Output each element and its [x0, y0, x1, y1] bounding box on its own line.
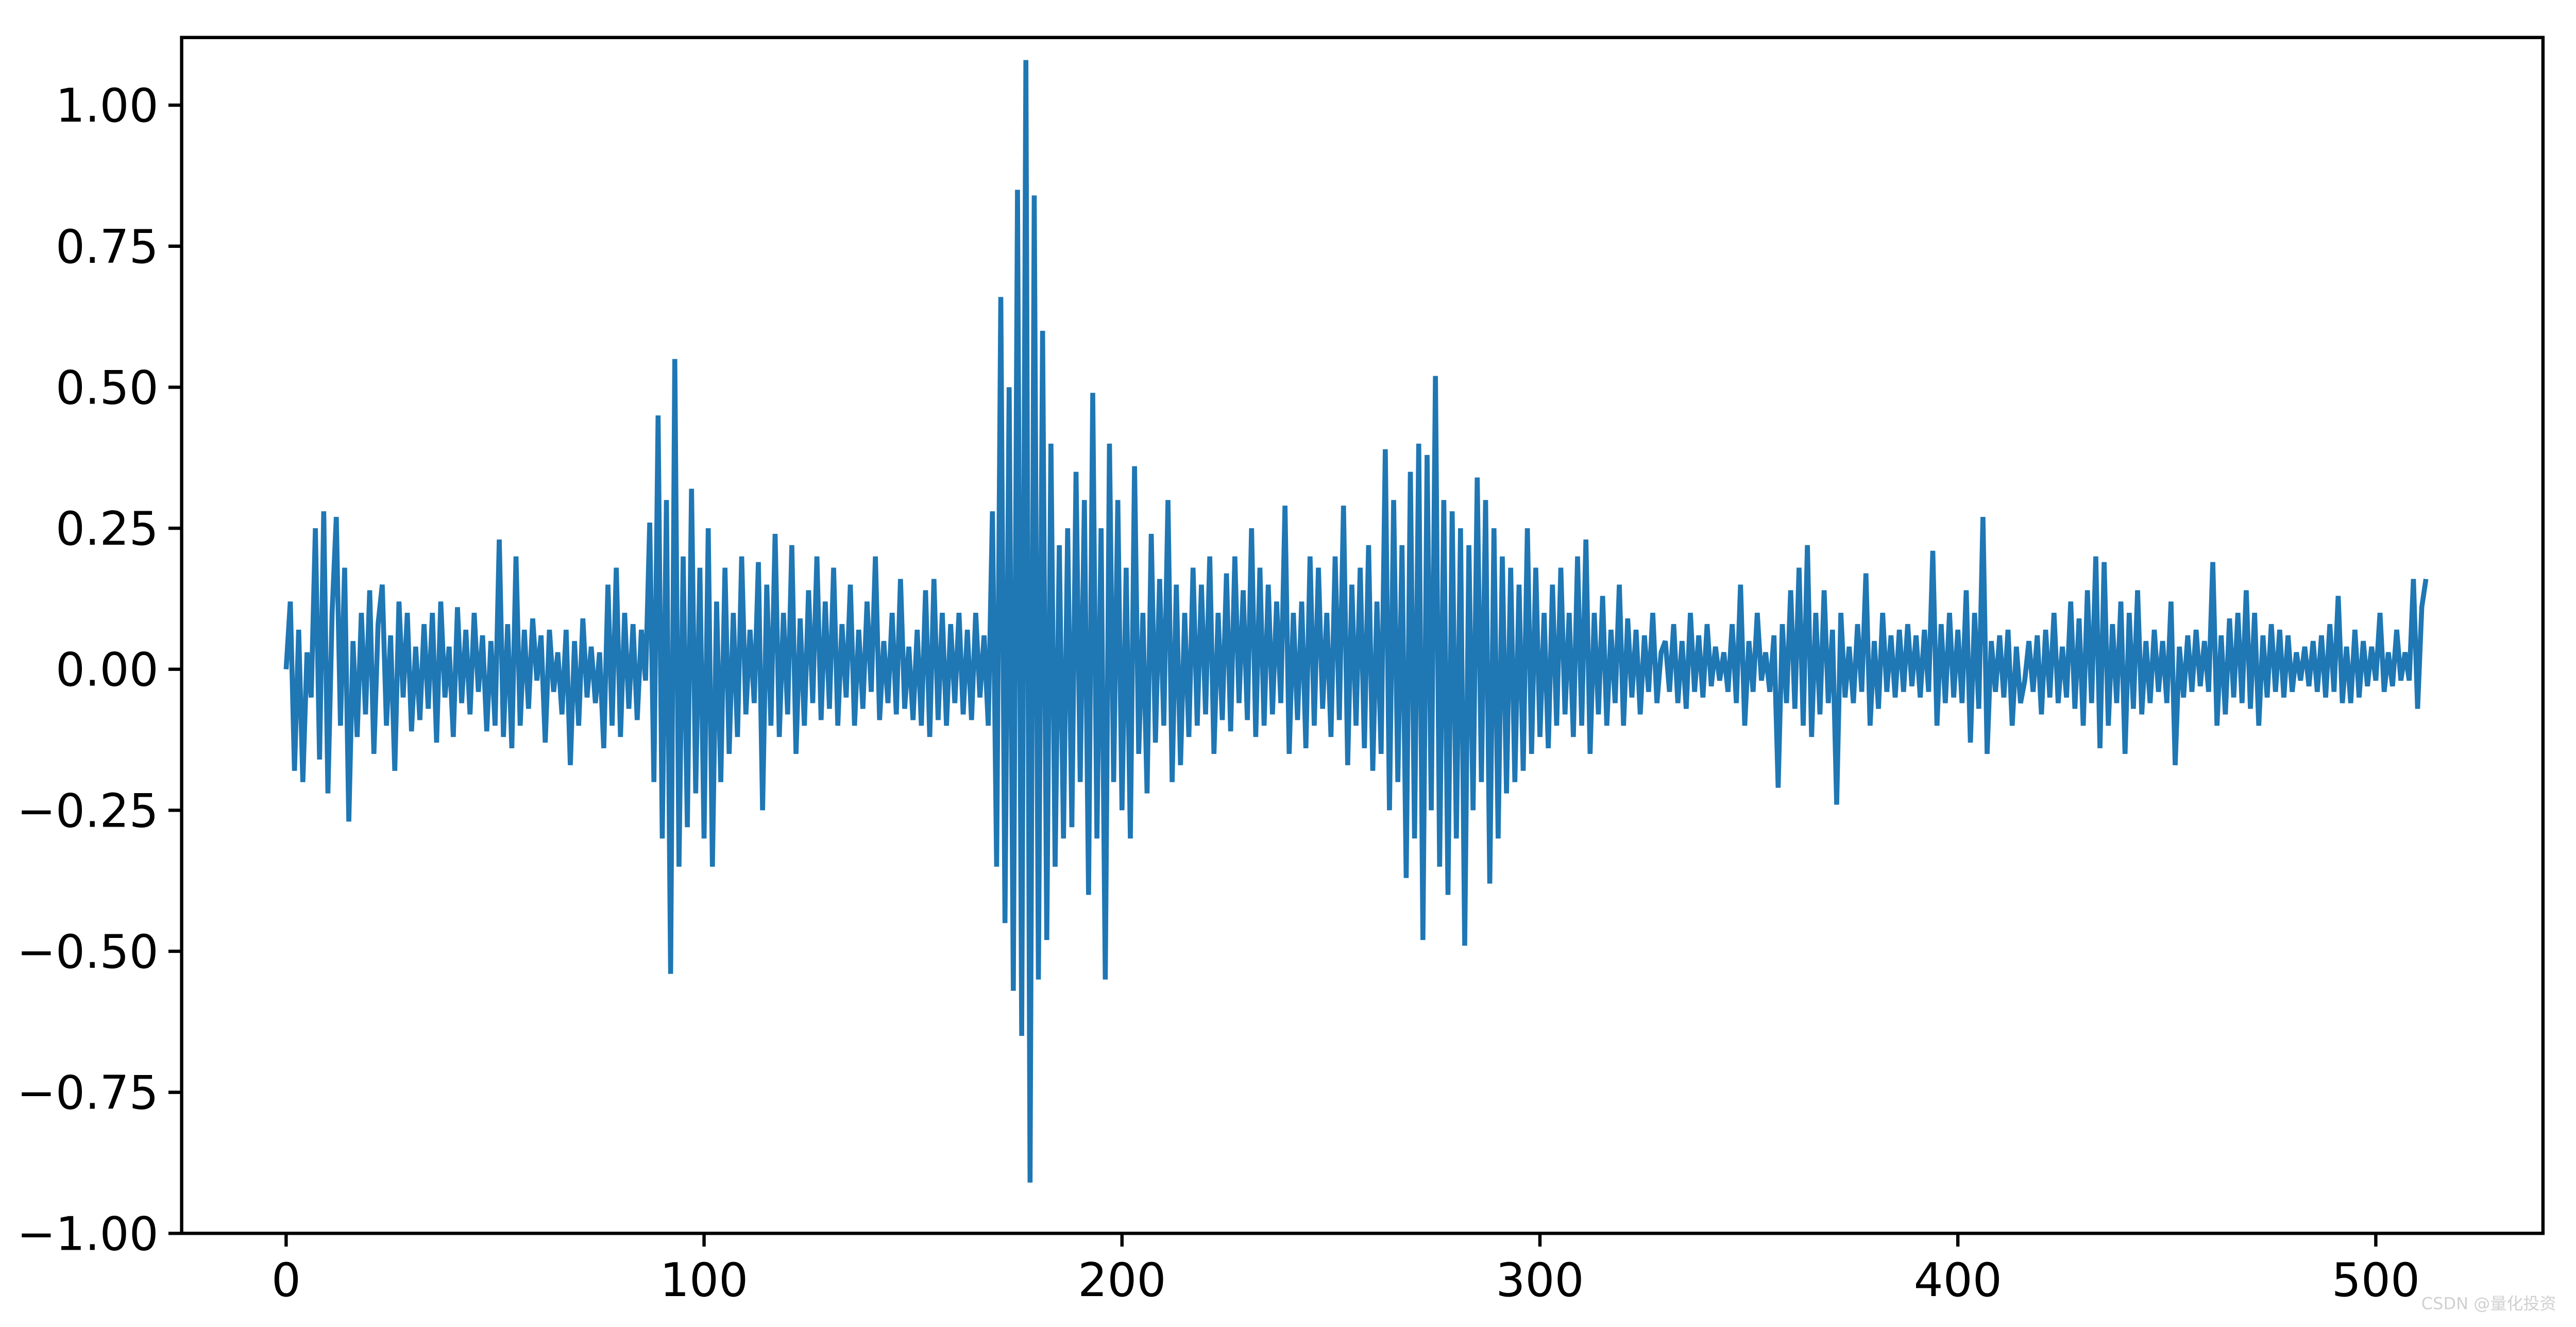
chart-container: 0 100 200 300 400 500 −1.00 −0.75 −0.50 −0.25 0.00… — [0, 0, 2576, 1327]
series-signal — [286, 60, 2426, 1183]
y-tick-label: 0.00 — [56, 644, 159, 697]
y-tick-label: 0.50 — [56, 361, 159, 415]
y-tick-label: −1.00 — [17, 1207, 159, 1261]
y-tick-label: −0.25 — [17, 784, 159, 838]
x-tick-label: 400 — [1914, 1254, 2002, 1307]
y-tick-label: 0.75 — [56, 221, 159, 274]
y-tick-label: 0.25 — [56, 502, 159, 556]
x-tick-label: 200 — [1078, 1254, 1166, 1307]
x-tick-label: 0 — [272, 1254, 301, 1307]
y-tick-label: −0.75 — [17, 1067, 159, 1120]
x-tick-label: 500 — [2332, 1254, 2420, 1307]
x-tick-label: 100 — [660, 1254, 748, 1307]
line-chart: 0 100 200 300 400 500 −1.00 −0.75 −0.50 −0.25 0.00… — [0, 0, 2576, 1327]
watermark-text: CSDN @量化投资 — [2421, 1294, 2556, 1314]
y-tick-label: −0.50 — [17, 926, 159, 979]
x-tick-label: 300 — [1496, 1254, 1584, 1307]
y-tick-label: 1.00 — [56, 79, 159, 133]
